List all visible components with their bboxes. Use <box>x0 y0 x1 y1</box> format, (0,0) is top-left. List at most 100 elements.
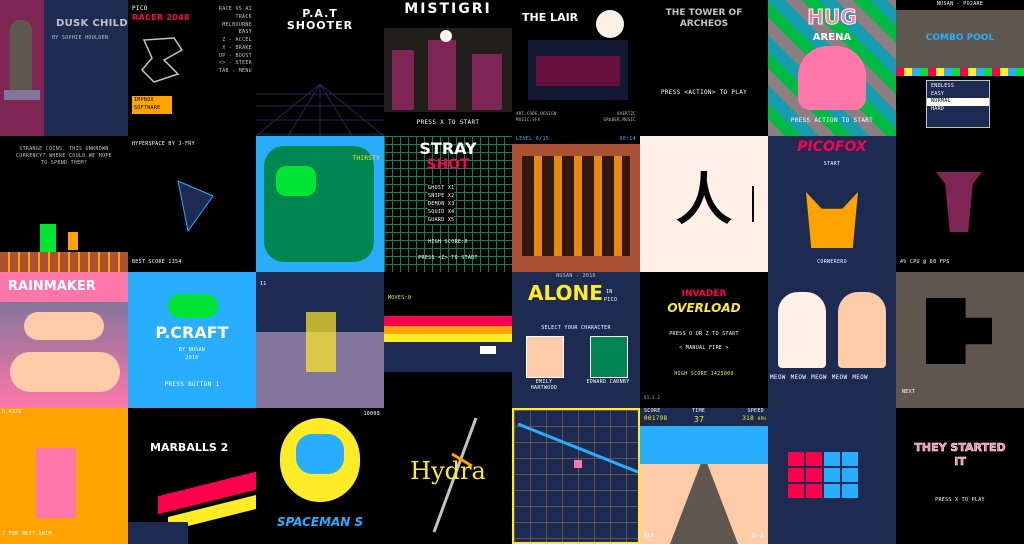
start-prompt[interactable]: START <box>768 161 896 168</box>
color-block <box>788 468 804 482</box>
anim-hint: Z FOR NEXT ANIM <box>2 531 52 537</box>
sky-stripe <box>384 326 512 334</box>
menu-item[interactable]: ENDLESS <box>927 81 989 91</box>
game-title: INVADER <box>681 289 727 299</box>
tile-grid-puzzle[interactable] <box>512 408 640 544</box>
game-subtitle: ARENA <box>812 32 852 43</box>
game-title: HYPERSPACE BY J-FRY <box>132 141 195 147</box>
start-prompt: PRESS <ACTION> TO PLAY <box>660 89 748 96</box>
sky-stripe <box>384 334 512 342</box>
tile-marballs[interactable]: MARBALLS 2 <box>128 408 256 544</box>
tile-pcraft[interactable]: P.CRAFT BY NUSAN 2016 PRESS BUTTON 1 <box>128 272 256 408</box>
tile-hyperspace[interactable]: HYPERSPACE BY J-FRY BEST SCORE 1354 <box>128 136 256 272</box>
tile-color-blocks[interactable] <box>768 408 896 544</box>
menu-item[interactable]: EASY <box>927 91 989 99</box>
score-value: 001798 <box>644 415 668 422</box>
spaceship-sprite <box>177 180 214 233</box>
option-line: MELBOURNE <box>222 21 252 28</box>
moon-icon <box>596 10 624 38</box>
credit-line: ART,CODE,DESIGN <box>516 111 557 116</box>
tile-thirsty[interactable]: THIRSTY <box>256 136 384 272</box>
menu-item-selected[interactable]: NORMAL <box>927 98 989 106</box>
option-line: X - BRAKE <box>222 44 252 51</box>
enemy-list: GHOST X1 SNIPE X2 DEMON X3 SQUID X4 GUAR… <box>428 184 455 224</box>
statue-base <box>4 90 40 100</box>
color-block <box>806 452 822 466</box>
hud-label: SPEED <box>747 408 764 414</box>
game-subtitle: SHOOTER <box>286 19 354 32</box>
character-name[interactable]: EMILY HARTWOOD <box>522 379 566 391</box>
game-credit: CORNERERO <box>817 259 847 265</box>
tile-dungeon-stats[interactable]: 4% CPU @ 60 FPS <box>896 136 1024 272</box>
tile-invader-overload[interactable]: INVADER OVERLOAD PRESS O OR Z TO START <… <box>640 272 768 408</box>
tile-hug-arena[interactable]: HUG ARENA PRESS ACTION TO START <box>768 0 896 136</box>
option-line: UP - BOOST <box>218 52 252 59</box>
tile-stray-shot[interactable]: STRAY SHOT GHOST X1 SNIPE X2 DEMON X3 SQ… <box>384 136 512 272</box>
start-prompt: PRESS X TO PLAY <box>935 497 985 503</box>
next-label[interactable]: NEXT <box>902 389 915 396</box>
skull-sprite <box>440 30 452 42</box>
game-title: MARBALLS 2 <box>150 441 229 454</box>
game-subtitle: IT <box>954 455 966 468</box>
game-title: RACER 2048 <box>132 13 190 22</box>
tile-picofox[interactable]: PICOFOX START CORNERERO <box>768 136 896 272</box>
difficulty-menu[interactable]: ENDLESS EASY NORMAL HARD <box>926 80 990 128</box>
tile-voxel-cat[interactable]: 0.4378 Z FOR NEXT ANIM <box>0 408 128 544</box>
perspective-grid <box>256 84 384 136</box>
game-title: THE LAIR <box>522 11 579 24</box>
color-block <box>806 484 822 498</box>
timer: 00:14 <box>619 136 636 142</box>
race-options: RACE VS AI TRACK MELBOURNE EASY Z - ACCE… <box>219 6 252 76</box>
tile-rainmaker[interactable]: RAINMAKER <box>0 272 128 408</box>
character-portrait[interactable] <box>526 336 564 378</box>
tile-desert-racer[interactable]: SCORE TIME SPEED 001798 37 318 KPH 019 5… <box>640 408 768 544</box>
performance-stats: 4% CPU @ 60 FPS <box>900 259 950 265</box>
ball-row <box>896 68 1024 76</box>
tile-header: NUSAN - 2016 <box>556 273 596 279</box>
tile-mistigri[interactable]: MISTIGRI PRESS X TO START <box>384 0 512 136</box>
character-name[interactable]: EDWARD CARNBY <box>586 379 630 386</box>
menu-item[interactable]: HARD <box>927 106 989 114</box>
ramp-base <box>128 522 188 544</box>
enemy-entry: GHOST X1 <box>428 185 455 191</box>
tile-tower-of-archeos[interactable]: THE TOWER OF ARCHEOS PRESS <ACTION> TO P… <box>640 0 768 136</box>
game-grid: DUSK CHILD BY SOPHIE HOULDEN PICO RACER … <box>0 0 1024 544</box>
color-block <box>788 484 804 498</box>
tile-spaceman[interactable]: 10000 SPACEMAN S <box>256 408 384 544</box>
tile-ink-glyph[interactable]: 人 <box>640 136 768 272</box>
tile-dusk-child[interactable]: DUSK CHILD BY SOPHIE HOULDEN <box>0 0 128 136</box>
best-score: BEST SCORE 1354 <box>132 259 182 265</box>
game-title: STRAY <box>419 139 477 158</box>
tile-they-started-it[interactable]: THEY STARTED IT PRESS X TO PLAY <box>896 408 1024 544</box>
tile-the-lair[interactable]: THE LAIR ART,CODE,DESIGN MUSIC,SFX OVERT… <box>512 0 640 136</box>
tile-combo-pool[interactable]: NUSAN - PO2ARE COMBO POOL ENDLESS EASY N… <box>896 0 1024 136</box>
tile-sky-racer[interactable]: 11 <box>256 272 384 408</box>
ink-glyph: 人 <box>676 167 732 233</box>
credit-line: OVERTZC <box>617 111 636 116</box>
story-text: STRANGE COINS. THIS UNKNOWN CURRENCY? WH… <box>0 146 128 167</box>
tile-cave-maze[interactable]: NEXT <box>896 272 1024 408</box>
high-score: HIGH SCORE 1425000 <box>674 371 734 377</box>
tile-alone-in-pico[interactable]: NUSAN - 2016 ALONE IN PICO SELECT YOUR C… <box>512 272 640 408</box>
meow-word: MEOW <box>790 374 807 381</box>
meow-word: MEOW <box>852 374 868 381</box>
island-map <box>264 146 374 262</box>
game-title: THEY STARTED <box>914 441 1006 454</box>
tile-brick-maze[interactable]: LEVEL 6/15 00:14 <box>512 136 640 272</box>
game-title: PICOFOX <box>797 139 867 155</box>
tile-pico-racer[interactable]: PICO RACER 2048 RACE VS AI TRACK MELBOUR… <box>128 0 256 136</box>
fire-mode[interactable]: < MANUAL FIRE > <box>640 345 768 352</box>
lap-counter: 019 <box>644 533 654 539</box>
tile-sunset-boat[interactable]: MOVES:0 <box>384 272 512 408</box>
brand-label: PICO <box>132 5 148 12</box>
character-portrait[interactable] <box>590 336 628 378</box>
tile-hydra[interactable]: Hydra <box>384 408 512 544</box>
start-prompt: PRESS O OR Z TO START <box>669 331 739 337</box>
tile-cat-meow[interactable]: MEOW MEOW MEOW MEOW MEOW <box>768 272 896 408</box>
color-block <box>824 452 840 466</box>
tile-strange-coins[interactable]: STRANGE COINS. THIS UNKNOWN CURRENCY? WH… <box>0 136 128 272</box>
track-map <box>140 37 184 83</box>
game-title: THE TOWER OF ARCHEOS <box>665 8 743 29</box>
tile-pat-shooter[interactable]: P.A.T SHOOTER <box>256 0 384 136</box>
thirst-label: THIRSTY <box>352 155 380 162</box>
